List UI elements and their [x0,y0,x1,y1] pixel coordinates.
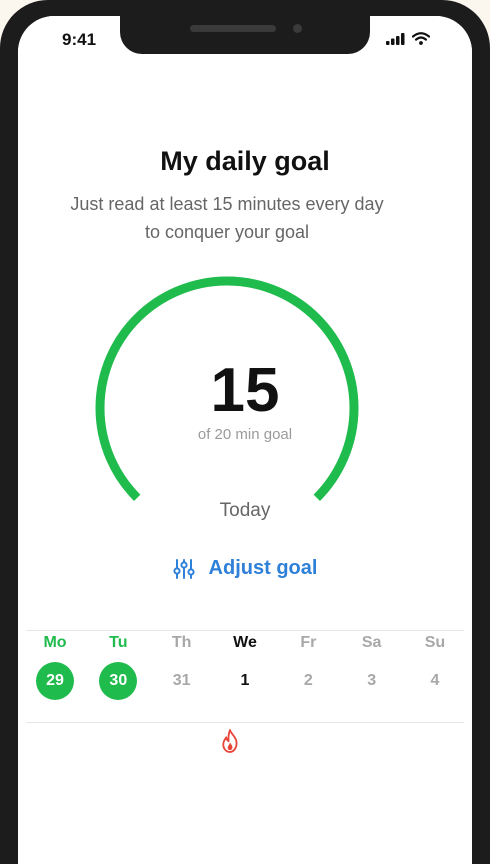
day-label: Sa [361,634,382,651]
wifi-icon [412,32,430,45]
speaker-grille [190,25,276,32]
week-calendar: Mo 29 Tu 30 Th 31 We 1 Fr 2 Sa 3 Su 4 [35,632,455,700]
period-label: Today [219,500,271,521]
goal-target-text: of 20 min goal [197,426,293,443]
device-notch [120,16,370,54]
front-camera [293,24,302,33]
day-label: Su [424,634,446,651]
week-top-divider [26,630,464,631]
goal-description: Just read at least 15 minutes every day … [40,190,414,246]
sliders-icon [172,558,195,579]
page-title: My daily goal [160,146,330,176]
day-3[interactable]: We 1 [225,632,265,700]
day-number: 29 [36,662,74,700]
day-number: 2 [303,672,313,689]
goal-description-line-1: Just read at least 15 minutes every day [70,194,384,214]
day-number: 30 [99,662,138,700]
day-1[interactable]: Tu 30 [98,632,138,700]
goal-description-line-2: to conquer your goal [144,222,310,242]
day-label: Fr [300,634,317,651]
day-number: 3 [367,672,377,689]
day-2[interactable]: Th 31 [162,632,202,700]
minutes-read-value: 15 [210,356,280,425]
day-label: Th [171,634,192,651]
adjust-goal-label: Adjust goal [208,557,318,579]
day-5[interactable]: Sa 3 [352,632,392,700]
adjust-goal-button[interactable]: Adjust goal [0,557,490,580]
day-number: 1 [240,672,250,689]
cellular-signal-icon [386,33,405,45]
week-bottom-divider [26,722,464,723]
status-icons [386,32,430,45]
day-6[interactable]: Su 4 [415,632,455,700]
day-label: Tu [109,634,128,651]
day-label: We [233,634,257,651]
day-label: Mo [43,634,67,651]
day-4[interactable]: Fr 2 [288,632,328,700]
flame-icon[interactable] [219,728,241,754]
status-time: 9:41 [62,30,97,49]
day-0[interactable]: Mo 29 [35,632,75,700]
status-bar: 9:41 [18,16,472,72]
day-number: 31 [172,672,191,689]
day-number: 4 [430,672,440,689]
